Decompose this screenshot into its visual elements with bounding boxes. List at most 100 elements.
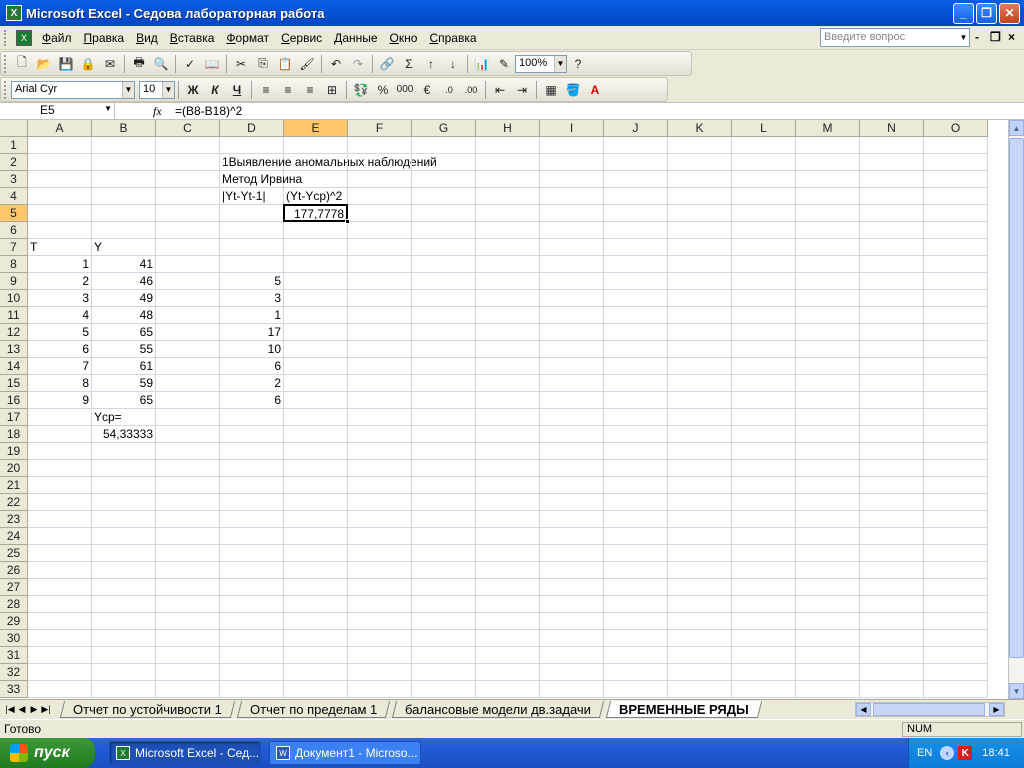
- cell-b14[interactable]: 61: [92, 358, 156, 375]
- research-icon[interactable]: 📖: [201, 54, 223, 74]
- cell-c33[interactable]: [156, 681, 220, 698]
- cell-l28[interactable]: [732, 596, 796, 613]
- cell-a29[interactable]: [28, 613, 92, 630]
- cell-h15[interactable]: [476, 375, 540, 392]
- cell-b32[interactable]: [92, 664, 156, 681]
- cell-k6[interactable]: [668, 222, 732, 239]
- cell-m15[interactable]: [796, 375, 860, 392]
- last-sheet-icon[interactable]: ▶|: [40, 704, 52, 715]
- cell-e7[interactable]: [284, 239, 348, 256]
- column-header-d[interactable]: D: [220, 120, 284, 137]
- bold-button[interactable]: Ж: [182, 80, 204, 100]
- cell-g24[interactable]: [412, 528, 476, 545]
- zoom-select[interactable]: 100% ▼: [515, 54, 567, 73]
- cell-g17[interactable]: [412, 409, 476, 426]
- cell-c18[interactable]: [156, 426, 220, 443]
- cell-g30[interactable]: [412, 630, 476, 647]
- cell-c25[interactable]: [156, 545, 220, 562]
- cell-a19[interactable]: [28, 443, 92, 460]
- cell-m11[interactable]: [796, 307, 860, 324]
- cell-e25[interactable]: [284, 545, 348, 562]
- cell-j5[interactable]: [604, 205, 668, 222]
- cell-b18[interactable]: 54,33333: [92, 426, 156, 443]
- menu-data[interactable]: Данные: [328, 31, 383, 45]
- cell-c10[interactable]: [156, 290, 220, 307]
- cell-f33[interactable]: [348, 681, 412, 698]
- cell-f15[interactable]: [348, 375, 412, 392]
- cell-e16[interactable]: [284, 392, 348, 409]
- row-header-19[interactable]: 19: [0, 443, 28, 460]
- cell-l20[interactable]: [732, 460, 796, 477]
- cell-j14[interactable]: [604, 358, 668, 375]
- print-preview-icon[interactable]: 🔍: [150, 54, 172, 74]
- cell-c21[interactable]: [156, 477, 220, 494]
- increase-decimal-icon[interactable]: .0: [438, 80, 460, 100]
- cell-j7[interactable]: [604, 239, 668, 256]
- cell-c3[interactable]: [156, 171, 220, 188]
- sort-ascending-icon[interactable]: ↑: [420, 54, 442, 74]
- cell-e4[interactable]: (Yt-Ycp)^2: [284, 188, 348, 205]
- cell-i5[interactable]: [540, 205, 604, 222]
- cell-c8[interactable]: [156, 256, 220, 273]
- cell-n9[interactable]: [860, 273, 924, 290]
- column-header-g[interactable]: G: [412, 120, 476, 137]
- cell-c14[interactable]: [156, 358, 220, 375]
- sheet-tab[interactable]: Отчет по пределам 1: [236, 701, 391, 718]
- cell-k24[interactable]: [668, 528, 732, 545]
- cell-b1[interactable]: [92, 137, 156, 154]
- cell-h28[interactable]: [476, 596, 540, 613]
- cell-m20[interactable]: [796, 460, 860, 477]
- cell-l11[interactable]: [732, 307, 796, 324]
- select-all-corner[interactable]: [0, 120, 28, 137]
- cell-o26[interactable]: [924, 562, 988, 579]
- cell-d17[interactable]: [220, 409, 284, 426]
- chart-wizard-icon[interactable]: 📊: [471, 54, 493, 74]
- row-header-17[interactable]: 17: [0, 409, 28, 426]
- cell-m14[interactable]: [796, 358, 860, 375]
- sheet-tab-active[interactable]: ВРЕМЕННЫЕ РЯДЫ: [605, 701, 762, 718]
- cell-i14[interactable]: [540, 358, 604, 375]
- menu-edit[interactable]: Правка: [78, 31, 131, 45]
- cell-a3[interactable]: [28, 171, 92, 188]
- euro-icon[interactable]: €: [416, 80, 438, 100]
- cell-k13[interactable]: [668, 341, 732, 358]
- taskbar-item-word[interactable]: W Документ1 - Microso...: [269, 741, 421, 765]
- cut-icon[interactable]: ✂: [230, 54, 252, 74]
- borders-icon[interactable]: ▦: [540, 80, 562, 100]
- column-header-o[interactable]: O: [924, 120, 988, 137]
- cell-j11[interactable]: [604, 307, 668, 324]
- cell-d13[interactable]: 10: [220, 341, 284, 358]
- cell-g20[interactable]: [412, 460, 476, 477]
- toolbar-grip[interactable]: [4, 80, 8, 99]
- comma-style-icon[interactable]: 000: [394, 80, 416, 100]
- cell-b4[interactable]: [92, 188, 156, 205]
- cell-m4[interactable]: [796, 188, 860, 205]
- cell-m1[interactable]: [796, 137, 860, 154]
- cell-b5[interactable]: [92, 205, 156, 222]
- cell-m32[interactable]: [796, 664, 860, 681]
- scroll-down-icon[interactable]: ▼: [1009, 683, 1024, 699]
- cell-d20[interactable]: [220, 460, 284, 477]
- decrease-decimal-icon[interactable]: .00: [460, 80, 482, 100]
- cell-j6[interactable]: [604, 222, 668, 239]
- cell-b16[interactable]: 65: [92, 392, 156, 409]
- cell-n4[interactable]: [860, 188, 924, 205]
- cell-o24[interactable]: [924, 528, 988, 545]
- cell-o18[interactable]: [924, 426, 988, 443]
- row-header-13[interactable]: 13: [0, 341, 28, 358]
- fill-handle[interactable]: [345, 219, 350, 224]
- cell-j4[interactable]: [604, 188, 668, 205]
- cell-h30[interactable]: [476, 630, 540, 647]
- cell-f7[interactable]: [348, 239, 412, 256]
- cell-m33[interactable]: [796, 681, 860, 698]
- cell-j25[interactable]: [604, 545, 668, 562]
- column-header-m[interactable]: M: [796, 120, 860, 137]
- align-left-icon[interactable]: ≡: [255, 80, 277, 100]
- cell-h31[interactable]: [476, 647, 540, 664]
- row-header-25[interactable]: 25: [0, 545, 28, 562]
- cell-f10[interactable]: [348, 290, 412, 307]
- cell-a31[interactable]: [28, 647, 92, 664]
- cell-a5[interactable]: [28, 205, 92, 222]
- cell-j29[interactable]: [604, 613, 668, 630]
- cell-m3[interactable]: [796, 171, 860, 188]
